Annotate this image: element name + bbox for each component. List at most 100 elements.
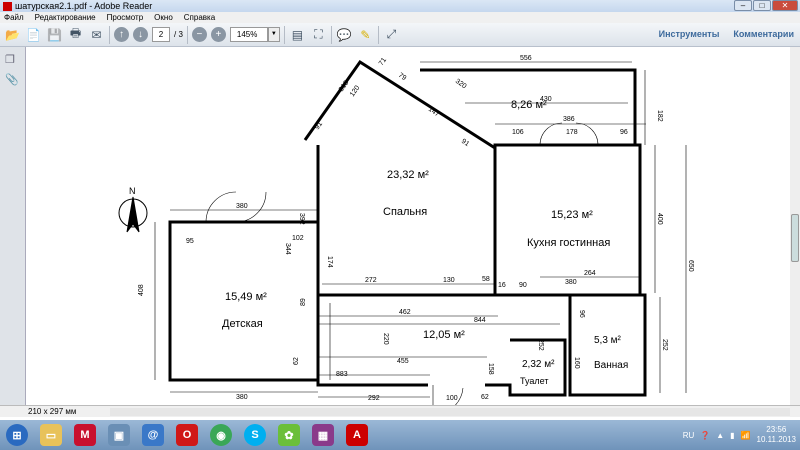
dim: 62 [293, 357, 300, 365]
dim: 96 [578, 310, 585, 318]
create-pdf-icon[interactable]: 📄 [25, 26, 42, 43]
comments-link[interactable]: Комментарии [733, 29, 794, 39]
compass-label: N [129, 186, 136, 196]
mcafee-icon[interactable]: M [74, 424, 96, 446]
fit-page-icon[interactable]: ▤ [289, 26, 306, 43]
maximize-button[interactable]: □ [753, 0, 771, 11]
dim: 344 [284, 243, 291, 255]
dim: 58 [482, 276, 490, 283]
dim: 408 [138, 284, 145, 296]
compass [118, 196, 148, 233]
toolbar: 📂 📄 💾 🖶 ✉ ↑ ↓ 2 / 3 − + 145% ▼ ▤ ⛶ 💬 ✎ ⤢… [0, 23, 800, 47]
language-indicator[interactable]: RU [683, 431, 695, 440]
dim: 91 [314, 121, 324, 131]
highlight-icon[interactable]: ✎ [357, 26, 374, 43]
dim: 844 [474, 317, 486, 324]
zoom-out-icon[interactable]: − [191, 27, 207, 42]
menu-file[interactable]: Файл [4, 13, 24, 22]
next-page-icon[interactable]: ↓ [133, 27, 148, 42]
mail-icon[interactable]: @ [142, 424, 164, 446]
room-wall-spalnya [316, 145, 497, 297]
dim: 252 [661, 339, 668, 351]
zoom-dropdown-icon[interactable]: ▼ [267, 27, 280, 42]
clock-date: 10.11.2013 [756, 435, 796, 444]
icq-icon[interactable]: ✿ [278, 424, 300, 446]
dim: 106 [512, 129, 524, 136]
clock[interactable]: 23:56 10.11.2013 [757, 425, 796, 445]
dim: 89 [300, 298, 307, 306]
dim: 178 [566, 129, 578, 136]
room-name-bath: Ванная [594, 360, 628, 371]
opera-icon[interactable]: O [176, 424, 198, 446]
vertical-scroll-thumb[interactable] [791, 214, 799, 262]
dim: 130 [443, 277, 455, 284]
email-icon[interactable]: ✉ [88, 26, 105, 43]
show-hidden-icons[interactable]: ▲ [716, 431, 724, 440]
dim: 380 [236, 203, 248, 210]
room-name-detskaya: Детская [222, 318, 263, 330]
taskbar: ⊞ ▭ M ▣ @ O ◉ S ✿ ▦ A RU ❓ ▲ ▮ 📶 23:56 1… [0, 420, 800, 450]
title-bar: шатурская2.1.pdf - Adobe Reader – □ ✕ [0, 0, 800, 12]
page-number-input[interactable]: 2 [152, 27, 170, 42]
skype-icon[interactable]: S [244, 424, 266, 446]
fit-width-icon[interactable]: ⛶ [310, 26, 327, 43]
explorer-icon[interactable]: ▭ [40, 424, 62, 446]
adobe-reader-taskbar-icon[interactable]: A [346, 424, 368, 446]
menu-edit[interactable]: Редактирование [35, 13, 96, 22]
winrar-icon[interactable]: ▦ [312, 424, 334, 446]
chrome-icon[interactable]: ◉ [210, 424, 232, 446]
system-tray: RU ❓ ▲ ▮ 📶 23:56 10.11.2013 [683, 420, 796, 450]
dim: 556 [520, 55, 532, 62]
dim: 392 [298, 213, 305, 225]
clock-time: 23:56 [766, 425, 787, 434]
zoom-in-icon[interactable]: + [210, 27, 226, 42]
signal-icon[interactable]: 📶 [741, 431, 751, 440]
menu-help[interactable]: Справка [184, 13, 215, 22]
zoom-input[interactable]: 145% [229, 27, 268, 42]
start-button[interactable]: ⊞ [6, 424, 28, 446]
minimize-button[interactable]: – [734, 0, 752, 11]
open-icon[interactable]: 📂 [4, 26, 21, 43]
fullscreen-icon[interactable]: ⤢ [383, 26, 400, 43]
menu-view[interactable]: Просмотр [107, 13, 144, 22]
dim: 252 [537, 339, 544, 351]
horizontal-scrollbar[interactable] [110, 408, 790, 416]
room-area-bath: 5,3 м² [594, 335, 622, 346]
menu-bar: Файл Редактирование Просмотр Окно Справк… [0, 12, 800, 23]
navigation-panel: ❐ 📎 [0, 47, 26, 405]
dim: 71 [378, 57, 388, 67]
room-area-toilet: 2,32 м² [522, 359, 555, 370]
help-icon[interactable]: ❓ [700, 431, 710, 440]
window-title: шатурская2.1.pdf - Adobe Reader [15, 1, 153, 11]
room-wall-corridor [316, 295, 428, 387]
menu-window[interactable]: Окно [154, 13, 173, 22]
close-button[interactable]: ✕ [772, 0, 798, 11]
vertical-scrollbar[interactable] [790, 47, 800, 405]
dim: 220 [382, 333, 389, 345]
document-view: N 15,49 м² Детская 23,32 м² Спальня 15,2… [26, 47, 790, 405]
save-icon[interactable]: 💾 [46, 26, 63, 43]
tools-link[interactable]: Инструменты [659, 29, 720, 39]
dim: 320 [454, 78, 468, 90]
room-area-detskaya: 15,49 м² [225, 291, 267, 303]
dim: 883 [336, 371, 348, 378]
room-area-kitchen: 15,23 м² [551, 209, 593, 221]
dim: 455 [397, 358, 409, 365]
room-area-corridor: 12,05 м² [423, 329, 465, 341]
dim: 650 [687, 260, 694, 272]
print-icon[interactable]: 🖶 [67, 26, 84, 43]
battery-icon[interactable]: ▮ [730, 431, 734, 440]
pages-icon[interactable]: ❐ [5, 53, 19, 67]
comment-icon[interactable]: 💬 [336, 26, 353, 43]
walls [168, 59, 647, 397]
dim: 62 [481, 394, 489, 401]
pdf-app-icon [3, 1, 12, 11]
previous-page-icon[interactable]: ↑ [114, 27, 129, 42]
dim: 102 [292, 235, 304, 242]
attachments-icon[interactable]: 📎 [5, 73, 19, 87]
dim: 96 [620, 129, 628, 136]
dim: 91 [460, 138, 470, 148]
network-app-icon[interactable]: ▣ [108, 424, 130, 446]
dim: 90 [519, 282, 527, 289]
dim: 160 [573, 357, 580, 369]
